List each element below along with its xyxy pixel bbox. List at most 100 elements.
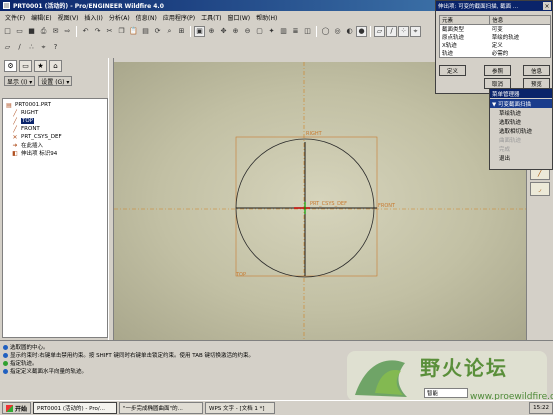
menu-manager-item[interactable]: 选取轨迹: [490, 117, 552, 126]
repaint-icon[interactable]: ▣: [194, 25, 205, 37]
reference-button[interactable]: 参照: [484, 65, 511, 76]
tree-item[interactable]: ➜ 在此插入: [5, 141, 105, 150]
paste-icon[interactable]: 📋: [128, 26, 139, 37]
refit-icon[interactable]: ▢: [254, 26, 265, 37]
info-icon: [3, 344, 8, 350]
graphics-area[interactable]: RIGHT TOP FRONT PRT_CSYS_DEF: [114, 62, 526, 340]
menu-manager-items: 草绘轨迹 选取轨迹 选取相切轨迹 曲面轨迹 完成 退出: [490, 108, 552, 162]
tree-item[interactable]: ▤ PRT0001.PRT: [5, 101, 105, 109]
tree-item[interactable]: ╱ FRONT: [5, 125, 105, 133]
csys-icon[interactable]: ⌖: [38, 42, 49, 53]
start-label: 开始: [15, 405, 28, 413]
tree-item[interactable]: ╱ RIGHT: [5, 109, 105, 117]
menu-edit[interactable]: 编辑(E): [28, 13, 54, 22]
new-file-icon[interactable]: □: [2, 26, 13, 37]
menu-file[interactable]: 文件(F): [2, 13, 28, 22]
menu-manager-item[interactable]: 草绘轨迹: [490, 108, 552, 117]
datum-plane-display-icon[interactable]: ▱: [374, 25, 385, 37]
saved-views-icon[interactable]: ▥: [278, 26, 289, 37]
print-icon[interactable]: ⎙: [38, 26, 49, 37]
info-cell: 定义: [491, 43, 503, 49]
regenerate-icon[interactable]: ⟳: [152, 26, 163, 37]
start-button[interactable]: 开始: [2, 402, 32, 414]
shading-icon[interactable]: ●: [356, 25, 367, 37]
menu-manager-item[interactable]: 选取相切轨迹: [490, 126, 552, 135]
insert-here-icon: ➜: [12, 141, 18, 149]
csys-icon: ✕: [12, 133, 18, 141]
windows-logo-icon: [6, 404, 13, 412]
menu-applications[interactable]: 应用程序(P): [160, 13, 198, 22]
tree-item-label: RIGHT: [21, 110, 39, 116]
datum-axis-display-icon[interactable]: ∕: [386, 25, 397, 37]
tree-item[interactable]: ╱ TOP: [5, 117, 105, 125]
label-top: TOP: [235, 272, 246, 278]
csys-display-icon[interactable]: ⌖: [410, 25, 421, 37]
reorient-icon[interactable]: ✦: [266, 26, 277, 37]
table-row[interactable]: 轨迹 必需的: [440, 49, 551, 58]
secondary-toolbar: ▱ ∕ ∴ ⌖ ?: [0, 40, 110, 54]
tree-item[interactable]: ✕ PRT_CSYS_DEF: [5, 133, 105, 141]
menu-manager-header[interactable]: ▼ 可变截面扫描: [490, 99, 552, 108]
task-browser[interactable]: "一步完成椭圆曲面"的...: [119, 402, 204, 414]
menu-manager-item[interactable]: 退出: [490, 153, 552, 162]
save-icon[interactable]: ■: [26, 26, 37, 37]
find-icon[interactable]: ⌕: [164, 26, 175, 37]
menu-bar: 文件(F) 编辑(E) 视图(V) 插入(I) 分析(A) 信息(N) 应用程序…: [0, 11, 435, 23]
datum-point-icon[interactable]: ∴: [26, 42, 37, 53]
email-icon[interactable]: ✉: [50, 26, 61, 37]
zoom-in-icon[interactable]: ⊕: [230, 26, 241, 37]
redo-icon[interactable]: ↷: [92, 26, 103, 37]
close-icon[interactable]: ×: [543, 2, 551, 10]
context-help-icon[interactable]: ?: [50, 42, 61, 53]
window-title: PRT0001 (活动的) - Pro/ENGINEER Wildfire 4.…: [13, 3, 164, 10]
table-row[interactable]: 原点轨迹 草绘的轨迹: [440, 33, 551, 41]
task-proe[interactable]: PRT0001 (活动的) - Pro/...: [33, 402, 118, 414]
open-folder-icon[interactable]: ▭: [14, 26, 25, 37]
settings-dropdown[interactable]: 设置 (G) ▾: [38, 76, 73, 86]
send-icon[interactable]: ⇨: [62, 26, 73, 37]
menu-help[interactable]: 帮助(H): [253, 13, 280, 22]
menu-window[interactable]: 窗口(W): [225, 13, 254, 22]
copy-icon[interactable]: ❐: [116, 26, 127, 37]
undo-icon[interactable]: ↶: [80, 26, 91, 37]
orient-icon[interactable]: ✥: [218, 26, 229, 37]
menu-view[interactable]: 视图(V): [55, 13, 82, 22]
favorites-tab-icon[interactable]: ★: [34, 60, 47, 72]
cut-icon[interactable]: ✂: [104, 26, 115, 37]
table-row[interactable]: X轨迹 定义: [440, 41, 551, 49]
select-filter-icon[interactable]: ⊞: [176, 26, 187, 37]
tree-item-label: 伸出项 标识94: [21, 151, 58, 157]
menu-tools[interactable]: 工具(T): [198, 13, 224, 22]
connections-tab-icon[interactable]: ⌂: [49, 60, 62, 72]
zoom-out-icon[interactable]: ⊖: [242, 26, 253, 37]
label-front: FRONT: [378, 203, 396, 209]
spin-center-icon[interactable]: ⊕: [206, 26, 217, 37]
table-row[interactable]: 截面类型 可变: [440, 25, 551, 33]
hidden-line-icon[interactable]: ◎: [332, 26, 343, 37]
model-tree-tab-icon[interactable]: ⚙: [4, 60, 17, 72]
sketch-view: RIGHT TOP FRONT PRT_CSYS_DEF: [114, 62, 526, 340]
sketch-plane-icon[interactable]: ▱: [2, 42, 13, 53]
show-dropdown[interactable]: 显示 (I) ▾: [4, 76, 36, 86]
clock: 15:22: [533, 405, 549, 411]
define-button[interactable]: 定义: [439, 65, 466, 76]
label-right: RIGHT: [306, 131, 323, 137]
selection-filter-box[interactable]: 智能: [424, 388, 468, 398]
menu-insert[interactable]: 插入(I): [81, 13, 105, 22]
menu-analysis[interactable]: 分析(A): [106, 13, 133, 22]
info-button[interactable]: 信息: [523, 65, 550, 76]
paste-special-icon[interactable]: ▤: [140, 26, 151, 37]
toolbar-separator: [370, 25, 371, 37]
wireframe-icon[interactable]: ◯: [320, 26, 331, 37]
round-tool-icon[interactable]: ◞: [530, 182, 550, 196]
element-cell: 截面类型: [442, 27, 465, 33]
folder-browser-tab-icon[interactable]: ▭: [19, 60, 32, 72]
task-wps[interactable]: WPS 文字 - [文档 1 *]: [205, 402, 276, 414]
tree-item[interactable]: ◧ 伸出项 标识94: [5, 149, 105, 158]
layers-icon[interactable]: ≣: [290, 26, 301, 37]
menu-info[interactable]: 信息(N): [133, 13, 160, 22]
view-manager-icon[interactable]: ◫: [302, 26, 313, 37]
no-hidden-icon[interactable]: ◐: [344, 26, 355, 37]
datum-point-display-icon[interactable]: ⁘: [398, 25, 409, 37]
datum-axis-icon[interactable]: ∕: [14, 42, 25, 53]
